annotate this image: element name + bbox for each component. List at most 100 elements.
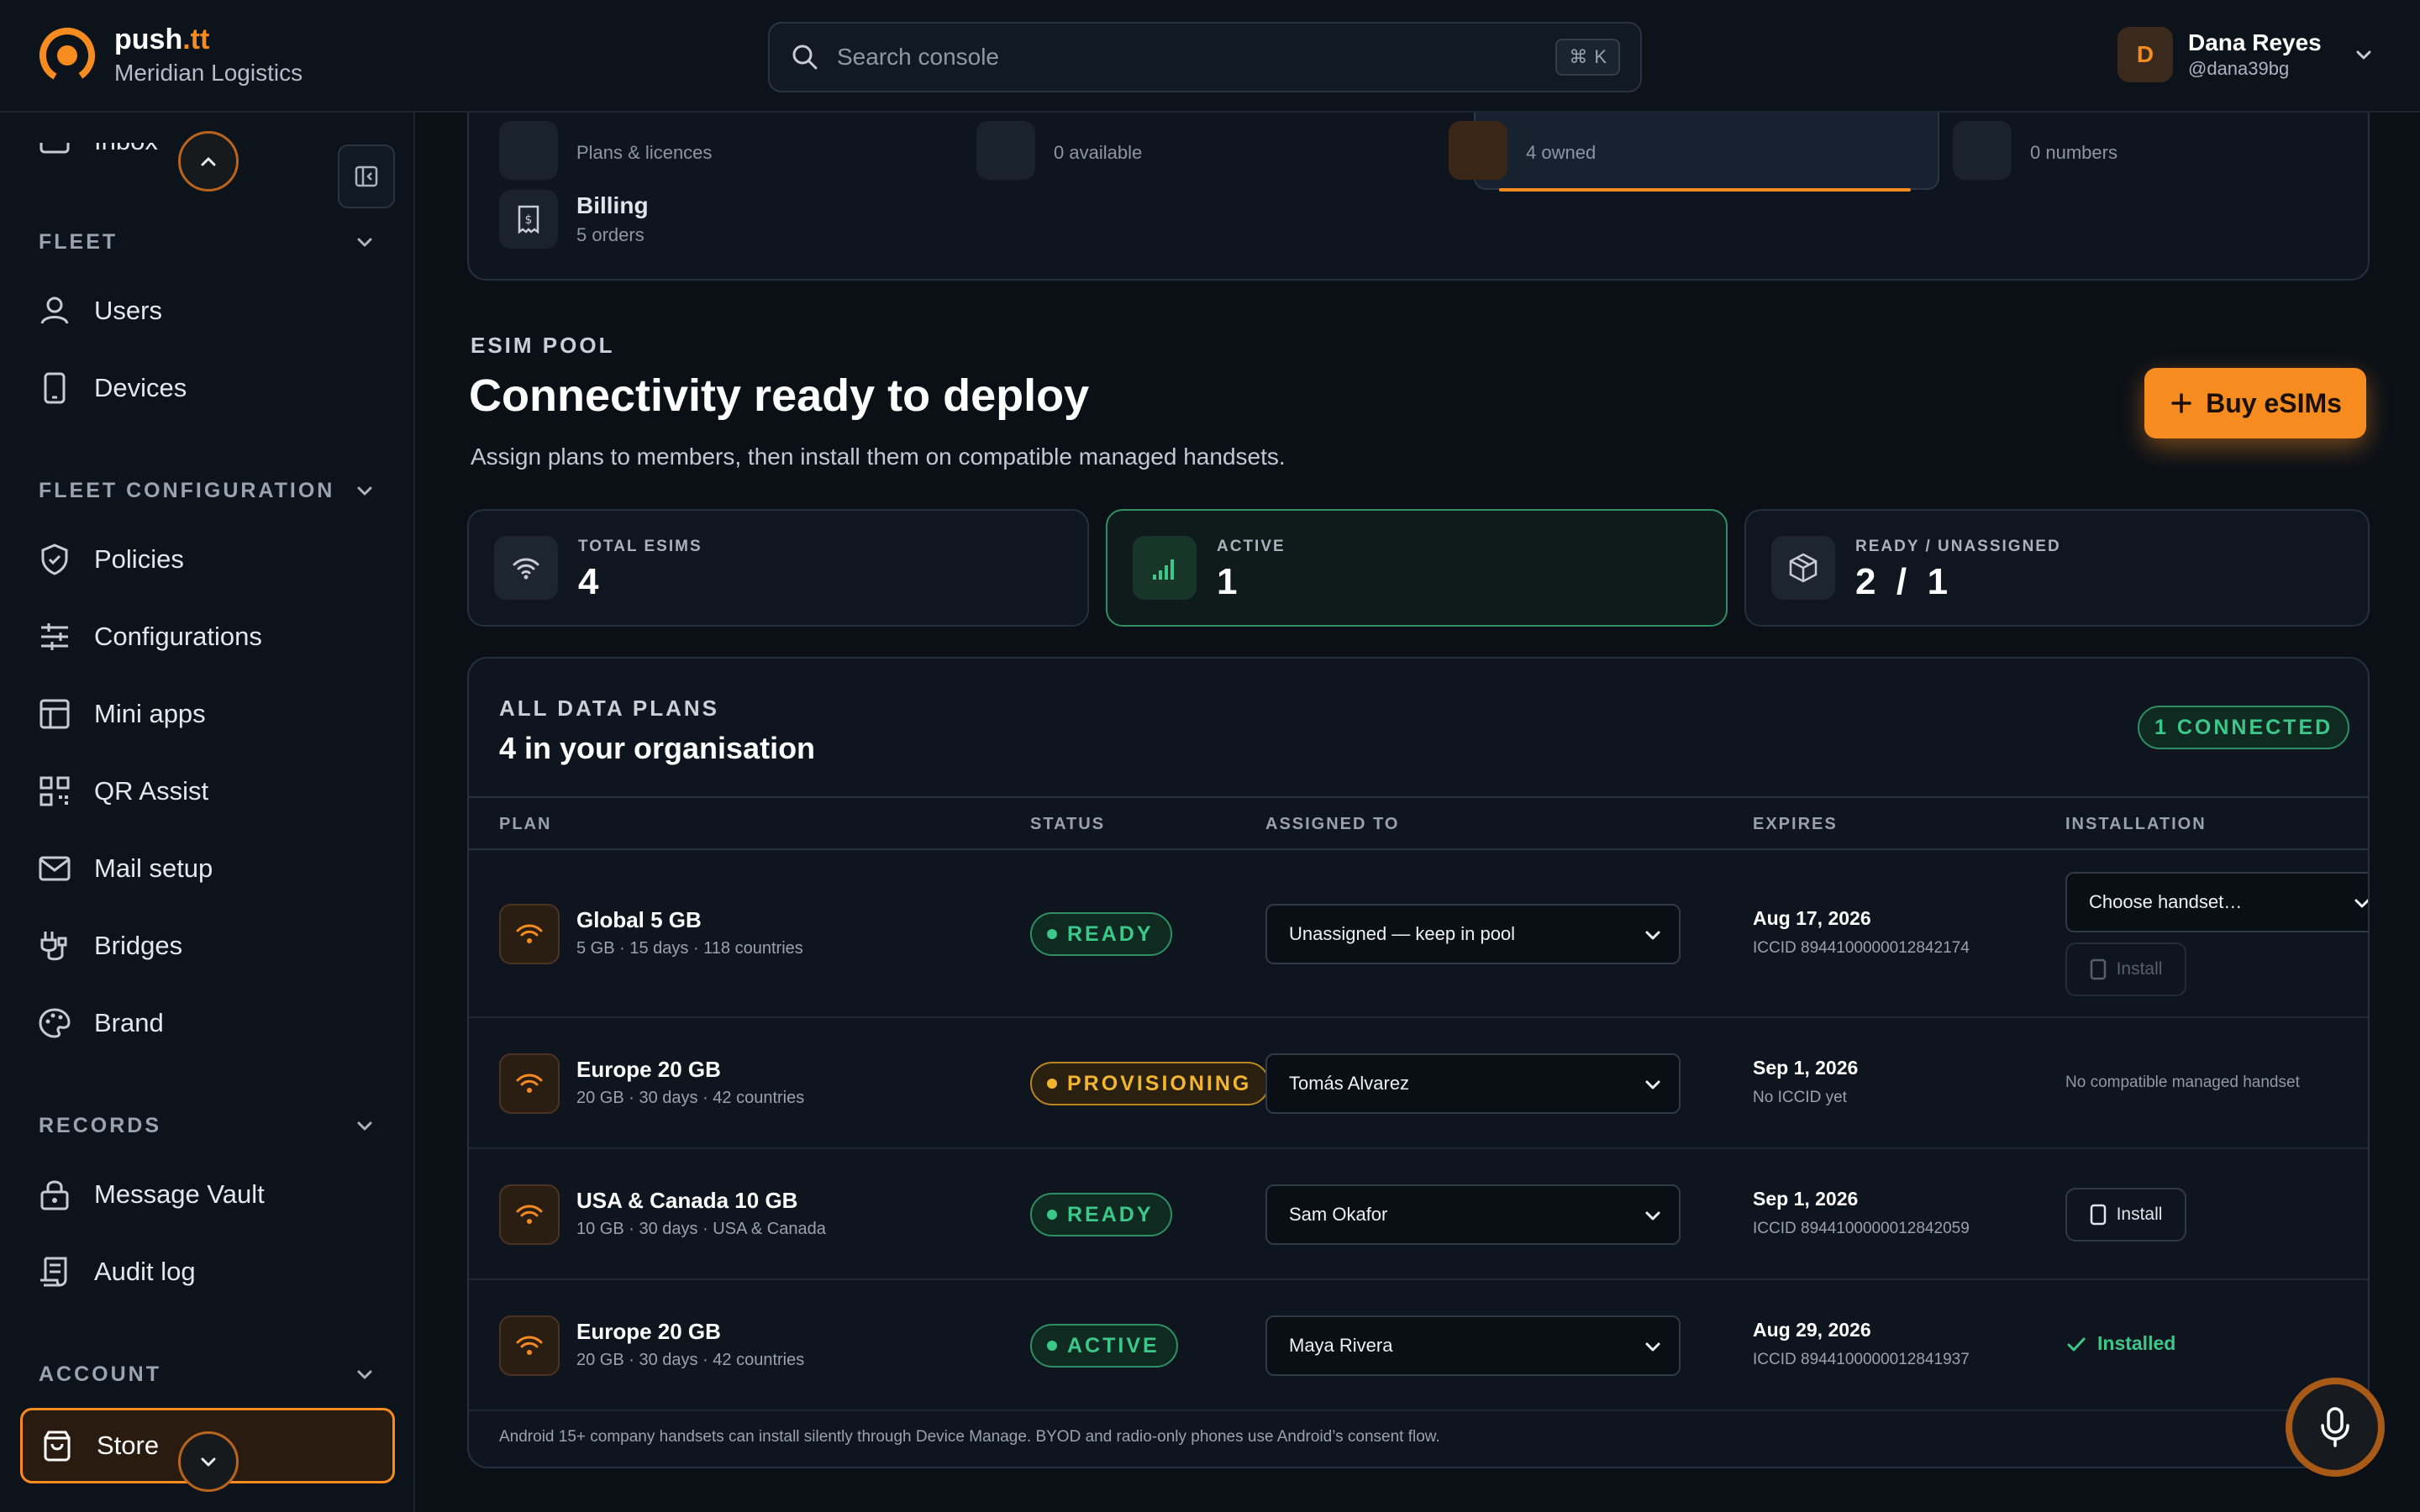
sidebar-item-message-vault[interactable]: Message Vault (37, 1169, 265, 1220)
search-shortcut: ⌘ K (1555, 39, 1620, 76)
install-button[interactable]: Install (2065, 942, 2186, 996)
tab-members[interactable]: 0 available (976, 121, 1142, 180)
stat-active: ACTIVE 1 (1106, 509, 1728, 627)
scroll-up-button[interactable] (178, 131, 239, 192)
chevron-down-icon[interactable] (353, 1362, 376, 1386)
section-label-fleet: FLEET (39, 230, 118, 254)
table-row: Europe 20 GB 20 GB · 30 days · 42 countr… (469, 1018, 2368, 1149)
plus-icon (2171, 393, 2191, 413)
inbox-icon (39, 143, 70, 154)
brand[interactable]: push.tt Meridian Logistics (37, 24, 302, 87)
status-badge: ACTIVE (1030, 1324, 1178, 1368)
sidebar-item-users[interactable]: Users (37, 286, 162, 336)
assignee-select[interactable]: Sam Okafor (1265, 1184, 1681, 1245)
phone-icon (2090, 958, 2106, 980)
user-icon (40, 297, 69, 324)
user-menu[interactable]: D Dana Reyes @dana39bg (2118, 27, 2375, 82)
wifi-icon (499, 1315, 560, 1376)
chevron-down-icon (2356, 50, 2371, 60)
scroll-icon (40, 1257, 67, 1287)
column-header-installation: INSTALLATION (2065, 815, 2207, 833)
microphone-icon (2321, 1407, 2349, 1447)
assignee-select[interactable]: Maya Rivera (1265, 1315, 1681, 1376)
sidebar-item-qr-assist[interactable]: QR Assist (37, 766, 208, 816)
push-logo-icon (37, 25, 97, 86)
sidebar-item-mini-apps[interactable]: Mini apps (37, 689, 206, 739)
sidebar-item-audit-log[interactable]: Audit log (37, 1247, 196, 1297)
handset-select[interactable]: Choose handset… (2065, 872, 2368, 932)
wifi-icon (499, 904, 560, 964)
chevron-down-icon (2354, 899, 2368, 908)
sidebar-item-inbox[interactable]: Inbox (37, 143, 158, 166)
plans-title: 4 in your organisation (499, 731, 816, 765)
signal-bars-icon (1133, 536, 1197, 600)
main-content: Plans & licences 0 available 4 owned 0 n… (417, 79, 2420, 1512)
chevron-down-icon (201, 1457, 216, 1467)
sidebar-item-bridges[interactable]: Bridges (37, 921, 182, 971)
table-row: USA & Canada 10 GB 10 GB · 30 days · USA… (469, 1149, 2368, 1280)
assignee-select[interactable]: Tomás Alvarez (1265, 1053, 1681, 1114)
status-badge: PROVISIONING (1030, 1062, 1270, 1105)
page-title: Connectivity ready to deploy (469, 370, 1090, 421)
sliders-icon (41, 623, 68, 650)
wifi-icon (499, 1053, 560, 1114)
install-button[interactable]: Install (2065, 1188, 2186, 1242)
box-icon (499, 121, 558, 180)
wifi-icon (499, 1184, 560, 1245)
package-icon (1771, 536, 1835, 600)
sidebar-item-brand[interactable]: Brand (37, 998, 164, 1048)
chevron-down-icon[interactable] (353, 230, 376, 254)
chevron-down-icon[interactable] (353, 479, 376, 502)
section-eyebrow: ESIM POOL (471, 333, 615, 358)
esim-icon (1449, 121, 1507, 180)
installation-status: Installed (2065, 1332, 2175, 1355)
section-label-account: ACCOUNT (39, 1362, 161, 1386)
user-icon (976, 121, 1035, 180)
sidebar-collapse-icon (355, 165, 378, 187)
sidebar-item-devices[interactable]: Devices (37, 363, 187, 413)
receipt-icon: $ (499, 190, 558, 249)
plug-icon (40, 932, 67, 961)
qr-code-icon (39, 776, 70, 806)
data-plans-table: ALL DATA PLANS 4 in your organisation 1 … (467, 657, 2370, 1468)
table-row: Europe 20 GB 20 GB · 30 days · 42 countr… (469, 1280, 2368, 1411)
tab-esims[interactable]: 4 owned (1449, 121, 1596, 180)
tab-billing[interactable]: $ Billing 5 orders (499, 190, 649, 249)
page-subtitle: Assign plans to members, then install th… (471, 444, 1286, 470)
sidebar-item-configurations[interactable]: Configurations (37, 612, 262, 662)
phone-icon (1953, 121, 2012, 180)
phone-icon (44, 372, 66, 404)
tab-numbers[interactable]: 0 numbers (1953, 121, 2118, 180)
lock-icon (40, 1180, 69, 1210)
buy-esims-button[interactable]: Buy eSIMs (2144, 368, 2366, 438)
sidebar-item-mail-setup[interactable]: Mail setup (37, 843, 213, 894)
status-badge: READY (1030, 912, 1172, 956)
column-header-expires: EXPIRES (1753, 815, 1838, 833)
installation-status: No compatible managed handset (2065, 1074, 2300, 1091)
shopping-bag-icon (44, 1431, 71, 1462)
section-label-fleet-configuration: FLEET CONFIGURATION (39, 479, 335, 502)
voice-assistant-button[interactable] (2286, 1378, 2385, 1477)
search-input[interactable]: Search console ⌘ K (768, 22, 1642, 92)
mail-icon (39, 856, 71, 881)
chevron-down-icon[interactable] (353, 1114, 376, 1137)
collapse-sidebar-button[interactable] (338, 144, 395, 208)
table-header: PLAN STATUS ASSIGNED TO EXPIRES INSTALLA… (469, 796, 2368, 850)
organization-name: Meridian Logistics (114, 60, 303, 86)
section-label-records: RECORDS (39, 1114, 162, 1137)
chevron-down-icon (1645, 1342, 1660, 1352)
stat-total-esims: TOTAL ESIMS 4 (467, 509, 1089, 627)
connected-badge: 1 CONNECTED (2138, 706, 2350, 749)
assignee-select[interactable]: Unassigned — keep in pool (1265, 904, 1681, 964)
column-header-assigned-to: ASSIGNED TO (1265, 815, 1400, 833)
chevron-down-icon (1645, 931, 1660, 940)
check-icon (2067, 1337, 2086, 1351)
sidebar-item-policies[interactable]: Policies (37, 534, 184, 585)
user-name: Dana Reyes (2188, 29, 2322, 55)
phone-icon (2090, 1204, 2106, 1226)
scroll-down-button[interactable] (178, 1431, 239, 1492)
shield-icon (41, 543, 68, 575)
user-handle: @dana39bg (2188, 58, 2290, 79)
tab-plans[interactable]: Plans & licences (499, 121, 712, 180)
chevron-down-icon (1645, 1211, 1660, 1221)
